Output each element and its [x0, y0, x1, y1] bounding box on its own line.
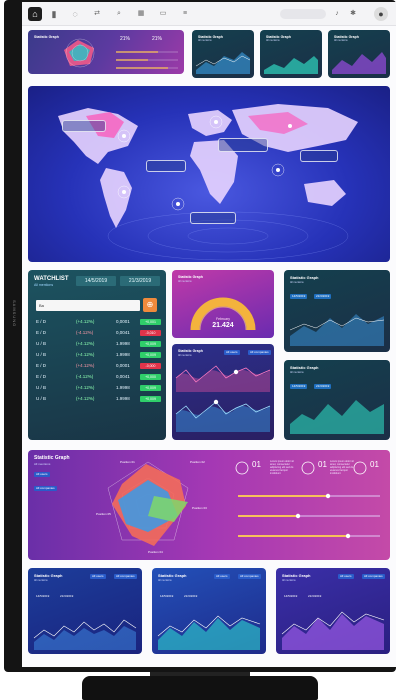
- map-callout-5[interactable]: [300, 150, 338, 162]
- watchlist-panel: WATCHLIST All mentions 14/5/2019 21/3/20…: [28, 270, 166, 440]
- currency-pair: E / D: [36, 374, 47, 379]
- delta-badge: +0,009: [140, 385, 161, 391]
- bottom-stat-card-3: Statistic Graph All mentions All users A…: [276, 568, 390, 654]
- mini-area-chart-2: [264, 56, 318, 74]
- bottom-area-chart-3: [281, 611, 385, 650]
- home-icon[interactable]: ⌂: [28, 7, 42, 21]
- user-icon[interactable]: ●: [374, 7, 388, 21]
- delta-badge: +0,000: [140, 374, 161, 380]
- watchlist-row[interactable]: U / B (+4.12%) 1.9998 +0,009: [36, 351, 164, 359]
- search-icon[interactable]: ⌕: [112, 7, 126, 21]
- percent-change: (+4.12%): [76, 396, 95, 401]
- mini-area-chart-1: [195, 52, 251, 74]
- price-value: 1.9998: [116, 341, 130, 346]
- world-map: [58, 104, 358, 261]
- currency-pair: E / D: [36, 363, 47, 368]
- chat-icon[interactable]: ◌: [68, 7, 82, 21]
- watchlist-row[interactable]: U / B (+4.12%) 1.9998 +0,009: [36, 340, 164, 348]
- currency-pair: U / B: [36, 385, 47, 390]
- screen: ⌂ ▮ ◌ ⇄ ⌕ ▦ ▭ ≡ ♪ ✱ ● Statistic Graph 21…: [22, 2, 396, 667]
- world-map-panel: [28, 86, 390, 262]
- mini-area-chart-3: [332, 52, 386, 74]
- australia-shape: [304, 180, 346, 206]
- currency-pair: E / D: [36, 319, 47, 324]
- currency-pair: U / B: [36, 396, 47, 401]
- map-callout-1[interactable]: [62, 120, 106, 132]
- price-value: 1.9998: [116, 396, 130, 401]
- delta-badge: -0,000: [140, 363, 161, 369]
- currency-pair: U / B: [36, 341, 47, 346]
- price-value: 1.9998: [116, 352, 130, 357]
- map-callout-2[interactable]: [146, 160, 186, 172]
- watchlist-date-from[interactable]: 14/5/2019: [76, 276, 116, 286]
- watchlist-date-to[interactable]: 21/3/2019: [120, 276, 160, 286]
- percent-change: (+4.12%): [76, 341, 95, 346]
- stat-graph-card-2: Statistic Graph All mentions 14/5/2019 2…: [284, 360, 390, 440]
- delta-badge: +0,001: [140, 319, 161, 325]
- shuffle-icon[interactable]: ⇄: [90, 7, 104, 21]
- wallet-icon[interactable]: ▭: [156, 7, 170, 21]
- gauge-value: 21.424: [212, 322, 234, 329]
- radar-stats-panel: Statistic Graph All mentions All users A…: [28, 450, 390, 560]
- brand-logo: SAMSUNG: [12, 300, 17, 328]
- currency-pair: U / B: [36, 352, 47, 357]
- price-value: 0,0001: [116, 319, 130, 324]
- wave-chart-panel: Statistic Graph All mentions All users A…: [172, 344, 274, 440]
- watchlist-title: WATCHLIST: [34, 276, 69, 282]
- south-america-shape: [100, 168, 132, 228]
- bottom-stat-card-2: Statistic Graph All mentions All users A…: [152, 568, 266, 654]
- wave-chart: [175, 365, 271, 432]
- monitor-bezel: SAMSUNG ⌂ ▮ ◌ ⇄ ⌕ ▦ ▭ ≡ ♪ ✱ ● Statistic …: [4, 0, 396, 672]
- settings-icon[interactable]: ✱: [346, 7, 360, 21]
- price-value: 0,0041: [116, 374, 130, 379]
- percent-change: (-4.12%): [76, 374, 94, 379]
- monitor-stand-base: [82, 676, 318, 700]
- bar-chart-icon[interactable]: ▮: [47, 7, 61, 21]
- stat-area-chart-2: [290, 400, 384, 434]
- currency-pair: E / D: [36, 330, 47, 335]
- mini-stat-card-2: Statistic Graph All mentions: [260, 30, 322, 78]
- delta-badge: -0,010: [140, 330, 161, 336]
- bottom-area-chart-2: [157, 615, 261, 650]
- mini-stat-card-3: Statistic Graph All mentions: [328, 30, 390, 78]
- watchlist-row[interactable]: E / D (-4.12%) 0,0041 -0,010: [36, 329, 164, 337]
- watchlist-subtitle: All mentions: [34, 283, 54, 287]
- gauge-label: February: [215, 317, 230, 321]
- watchlist-search-input[interactable]: Ba: [36, 300, 140, 311]
- mini-stat-card-1: Statistic Graph All mentions: [192, 30, 254, 78]
- percent-change: (+4.12%): [76, 352, 95, 357]
- price-value: 0,0041: [116, 330, 130, 335]
- watchlist-row[interactable]: U / B (+4.12%) 1.9998 +0,009: [36, 395, 164, 403]
- percent-change: (-4.12%): [76, 330, 94, 335]
- calendar-icon[interactable]: ▦: [134, 7, 148, 21]
- price-value: 1.9998: [116, 385, 130, 390]
- bell-icon[interactable]: ♪: [330, 7, 344, 21]
- top-navigation-bar: ⌂ ▮ ◌ ⇄ ⌕ ▦ ▭ ≡ ♪ ✱ ●: [22, 2, 396, 26]
- watchlist-row[interactable]: U / B (+4.12%) 1.9998 +0,009: [36, 384, 164, 392]
- stat-graph-card-1: Statistic Graph All mentions 14/5/2019 2…: [284, 270, 390, 352]
- progress-sliders: [238, 493, 380, 539]
- watchlist-row[interactable]: E / D (+4.12%) 0,0001 -0,000: [36, 362, 164, 370]
- percent-change: (+4.12%): [76, 319, 95, 324]
- percent-change: (+4.12%): [76, 363, 95, 368]
- map-callout-4[interactable]: [190, 212, 236, 224]
- delta-badge: +0,009: [140, 396, 161, 402]
- price-value: 0,0001: [116, 363, 130, 368]
- percent-change: (+4.12%): [76, 385, 95, 390]
- map-callout-3[interactable]: [218, 138, 268, 152]
- bottom-stat-card-1: Statistic Graph All mentions All users A…: [28, 568, 142, 654]
- watchlist-row[interactable]: E / D (+4.12%) 0,0001 +0,001: [36, 318, 164, 326]
- delta-badge: +0,009: [140, 341, 161, 347]
- gauge-panel: Statistic Graph All mentions February 21…: [172, 270, 274, 338]
- top-radar-panel: Statistic Graph 21% 21%: [28, 30, 184, 74]
- add-button[interactable]: ⊕: [143, 298, 157, 312]
- bottom-line-chart-1: [33, 619, 137, 650]
- top-progress-lines: [116, 51, 178, 69]
- delta-badge: +0,009: [140, 352, 161, 358]
- search-field[interactable]: [280, 9, 326, 19]
- watchlist-row[interactable]: E / D (-4.12%) 0,0041 +0,000: [36, 373, 164, 381]
- menu-icon[interactable]: ≡: [178, 7, 192, 21]
- stat-area-chart-1: [289, 314, 385, 346]
